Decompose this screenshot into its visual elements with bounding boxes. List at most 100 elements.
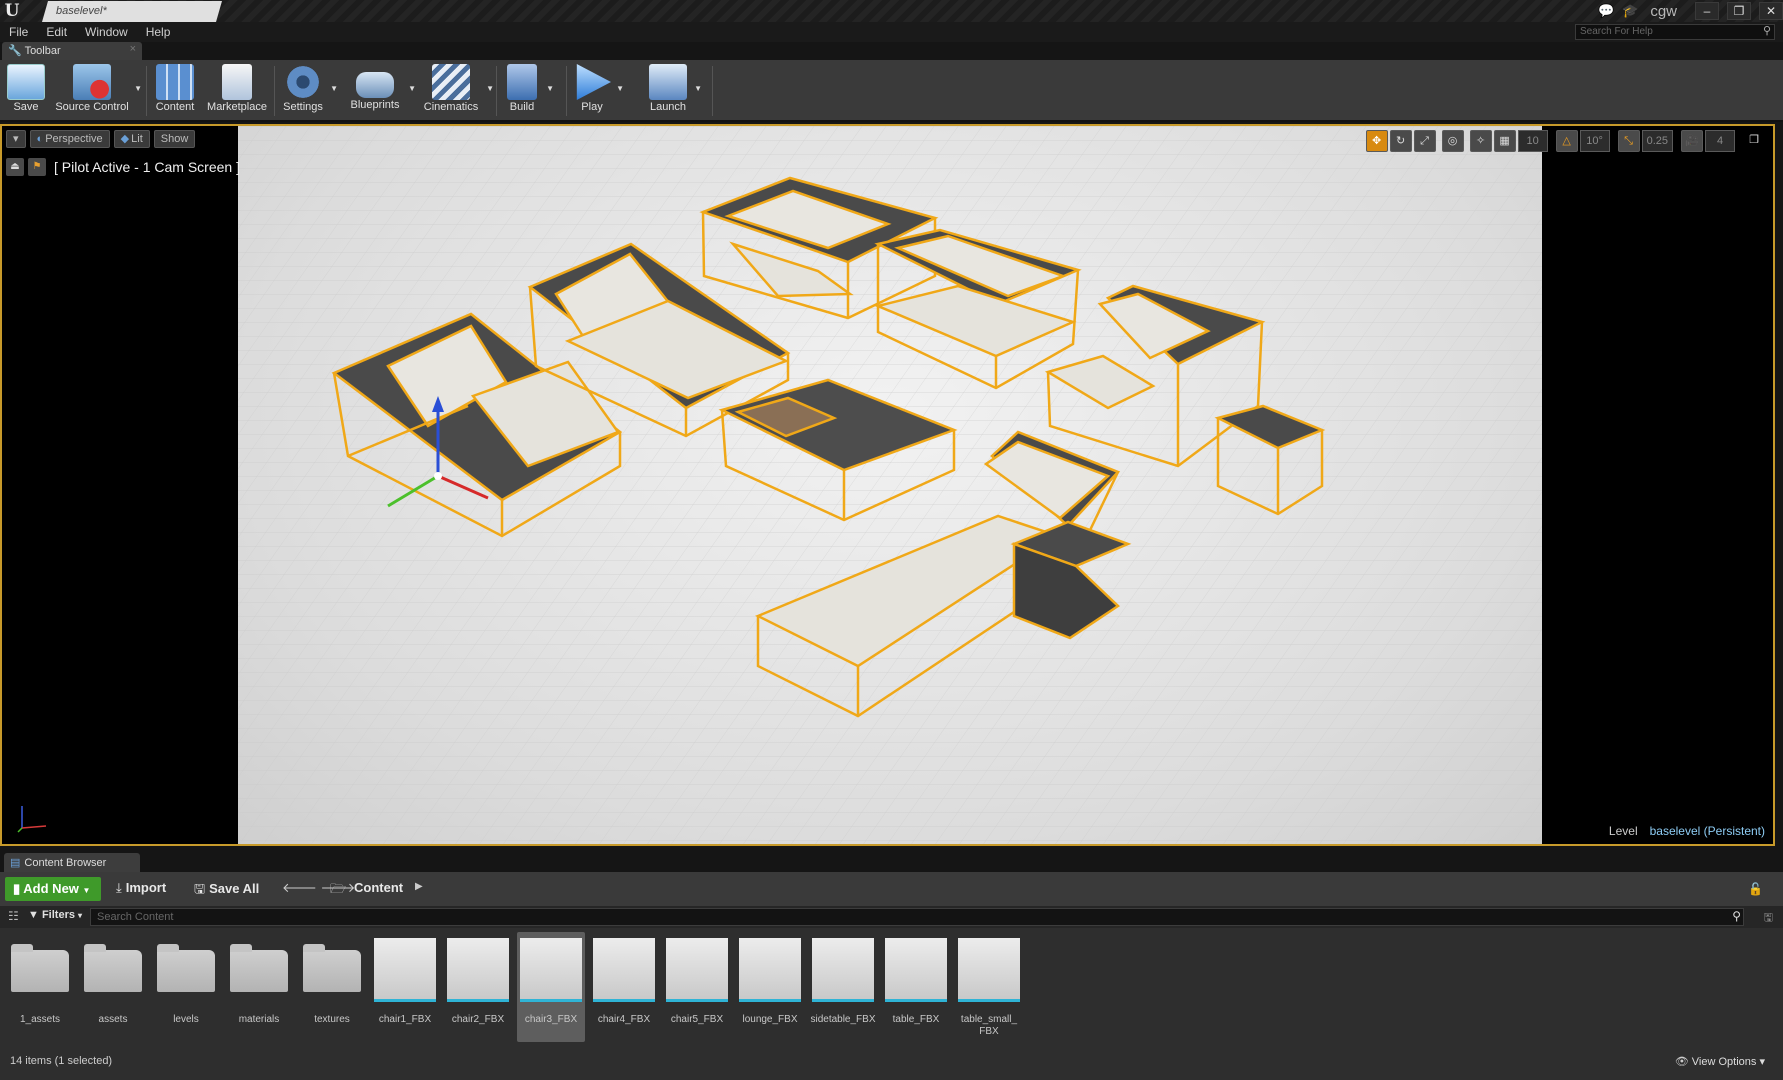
translate-mode-icon[interactable]: ✥ (1365, 130, 1388, 152)
asset-item[interactable]: chair3_FBX (517, 932, 585, 1042)
camera-speed-value[interactable]: 4 (1705, 130, 1735, 152)
folder-item[interactable]: 1_assets (6, 932, 74, 1042)
blueprints-button[interactable]: Blueprints ▼ (346, 64, 416, 120)
learn-cap-icon[interactable]: 🎓 (1622, 3, 1638, 19)
pilot-lock-icon[interactable]: ⚑ (28, 158, 46, 176)
chevron-down-icon[interactable]: ▼ (694, 84, 702, 93)
asset-item[interactable]: chair1_FBX (371, 932, 439, 1042)
folder-item[interactable]: textures (298, 932, 366, 1042)
path-chevron-right-icon[interactable]: ▶ (415, 881, 423, 892)
eject-icon[interactable]: ⏏ (6, 158, 24, 176)
unreal-logo-icon[interactable]: U (2, 1, 22, 21)
rotation-snap-icon[interactable]: △ (1555, 130, 1578, 152)
save-all-label: Save All (209, 881, 260, 896)
source-control-button[interactable]: Source Control ▼ (54, 64, 142, 120)
chevron-down-icon[interactable]: ▼ (408, 84, 416, 93)
asset-item[interactable]: table_FBX (882, 932, 950, 1042)
scale-mode-icon[interactable]: ⤢ (1413, 130, 1436, 152)
tab-toolbar[interactable]: 🔧 Toolbar × (2, 42, 142, 60)
asset-item[interactable]: chair2_FBX (444, 932, 512, 1042)
asset-name: chair2_FBX (451, 1014, 505, 1025)
surface-snap-icon[interactable]: ✧ (1469, 130, 1492, 152)
content-filter-bar: ☷ ▼ Filters ▾ Search Content ⚲ 🖫 (0, 906, 1783, 928)
menu-help[interactable]: Help (137, 25, 180, 39)
camera-speed-icon[interactable]: 🎥 (1681, 130, 1703, 152)
perspective-button[interactable]: ◐ Perspective (29, 130, 110, 148)
path-content-crumb[interactable]: Content (354, 880, 403, 895)
world-local-icon[interactable]: ◎ (1441, 130, 1464, 152)
play-button[interactable]: Play ▼ (572, 64, 624, 120)
lock-icon[interactable]: 🔓 (1748, 882, 1763, 896)
menu-edit[interactable]: Edit (37, 25, 76, 39)
help-search-input[interactable]: Search For Help (1575, 24, 1775, 40)
level-document-tab[interactable]: baselevel* (42, 1, 222, 22)
asset-item[interactable]: table_small_ FBX (955, 932, 1023, 1042)
filters-button[interactable]: ▼ Filters ▾ (28, 909, 82, 921)
grid-snap-icon[interactable]: ▦ (1493, 130, 1516, 152)
corner-chair-right[interactable] (1044, 284, 1266, 468)
cinematics-button[interactable]: Cinematics ▼ (420, 64, 494, 120)
restore-button[interactable]: ❐ (1727, 2, 1751, 20)
content-button[interactable]: Content (152, 64, 198, 120)
chevron-down-icon[interactable]: ▼ (616, 84, 624, 93)
launch-icon (649, 64, 687, 100)
main-toolbar: Save Source Control ▼ Content Marketplac… (0, 60, 1783, 122)
chevron-down-icon[interactable]: ▼ (486, 84, 494, 93)
chevron-down-icon[interactable]: ▼ (330, 84, 338, 93)
save-all-button[interactable]: 🖫 Save All (194, 880, 259, 902)
side-table[interactable] (1010, 520, 1132, 640)
close-tab-icon[interactable]: × (130, 43, 136, 55)
import-button[interactable]: ⤓ Import (116, 880, 166, 896)
minimize-button[interactable]: – (1695, 2, 1719, 20)
static-mesh-thumbnail-icon (374, 938, 436, 1002)
view-options-button[interactable]: 👁 View Options ▾ (1675, 1055, 1765, 1068)
asset-item[interactable]: lounge_FBX (736, 932, 804, 1042)
folder-item[interactable]: levels (152, 932, 220, 1042)
build-button[interactable]: Build ▼ (502, 64, 554, 120)
folder-item[interactable]: assets (79, 932, 147, 1042)
sources-list-icon[interactable]: ☷ (8, 909, 19, 923)
close-button[interactable]: ✕ (1759, 2, 1783, 20)
blueprint-controller-icon (356, 72, 394, 98)
back-arrow-icon[interactable]: 🡐 (282, 880, 317, 895)
lit-button[interactable]: ◆ Lit (113, 130, 150, 148)
search-icon[interactable]: ⚲ (1763, 24, 1771, 37)
coffee-table[interactable] (718, 378, 958, 522)
menu-file[interactable]: File (0, 25, 37, 39)
filters-label: Filters (41, 909, 75, 921)
asset-item[interactable]: chair5_FBX (663, 932, 731, 1042)
chat-icon[interactable]: 💬 (1598, 3, 1614, 19)
title-bar-controls: 💬 🎓 cgw – ❐ ✕ (1598, 0, 1783, 22)
scale-snap-icon[interactable]: ⤡ (1617, 130, 1640, 152)
viewport-options-bar: ▾ ◐ Perspective ◆ Lit Show (6, 130, 196, 148)
chevron-down-icon[interactable]: ▼ (134, 84, 142, 93)
tab-content-browser[interactable]: ▤ Content Browser (4, 853, 140, 872)
settings-button[interactable]: Settings ▼ (280, 64, 338, 120)
rotation-snap-value[interactable]: 10° (1579, 130, 1610, 152)
search-content-input[interactable]: Search Content (90, 908, 1744, 926)
asset-item[interactable]: chair4_FBX (590, 932, 658, 1042)
viewport-menu-button[interactable]: ▾ (6, 130, 26, 148)
sofa-chair-right[interactable] (874, 228, 1082, 390)
level-viewport[interactable]: ▾ ◐ Perspective ◆ Lit Show ⏏ ⚑ [ Pilot Act… (0, 124, 1775, 846)
grid-snap-value[interactable]: 10 (1517, 130, 1548, 152)
chevron-down-icon[interactable]: ▼ (546, 84, 554, 93)
folder-item[interactable]: materials (225, 932, 293, 1042)
asset-item[interactable]: sidetable_FBX (809, 932, 877, 1042)
menu-window[interactable]: Window (76, 25, 137, 39)
sofa-chair-left[interactable] (331, 312, 623, 538)
show-button[interactable]: Show (153, 130, 196, 148)
side-table-small[interactable] (1214, 404, 1326, 516)
gear-icon (284, 64, 322, 100)
launch-button[interactable]: Launch ▼ (646, 64, 702, 120)
save-search-icon[interactable]: 🖫 (1764, 909, 1773, 928)
marketplace-button[interactable]: Marketplace (204, 64, 270, 120)
scale-snap-value[interactable]: 0.25 (1641, 130, 1673, 152)
search-icon[interactable]: ⚲ (1732, 909, 1741, 923)
maximize-viewport-icon[interactable]: ❐ (1743, 130, 1765, 152)
view-options-label: View Options (1691, 1056, 1757, 1068)
viewport-scene[interactable] (238, 126, 1542, 844)
save-button[interactable]: Save (6, 64, 46, 120)
add-new-button[interactable]: ▮ Add New ▼ (5, 877, 101, 901)
rotate-mode-icon[interactable]: ↻ (1389, 130, 1412, 152)
